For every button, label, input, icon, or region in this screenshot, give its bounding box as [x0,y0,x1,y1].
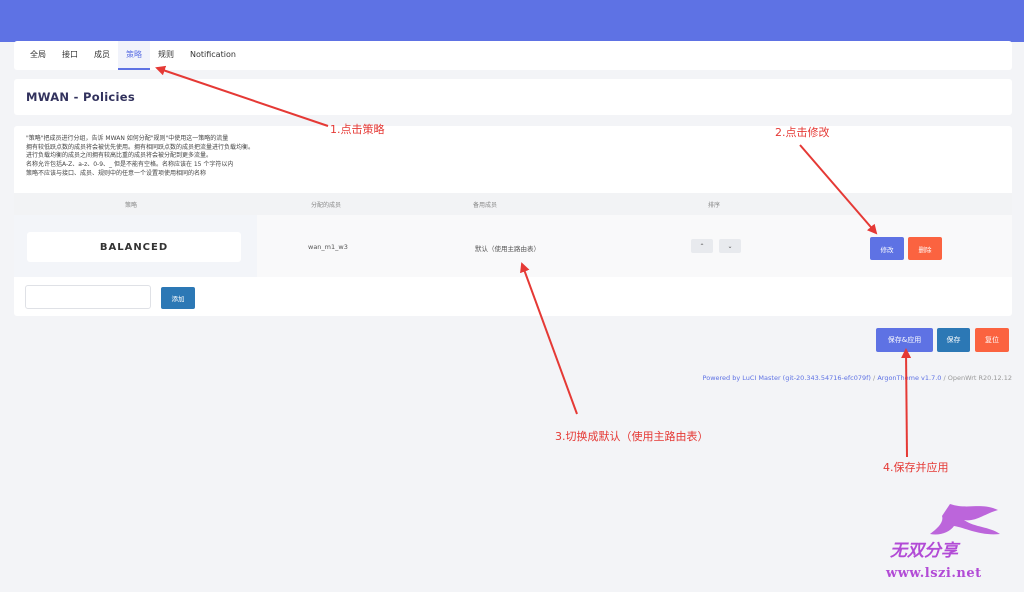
column-header-fallback: 备用成员 [473,202,498,209]
section-description: "策略"把成员进行分组，告诉 MWAN 如何分配"规则"中使用这一策略的流量 拥… [26,135,254,179]
tab-members[interactable]: 成员 [86,41,118,70]
save-apply-button[interactable]: 保存&应用 [876,328,933,352]
policy-name: BALANCED [27,232,241,262]
policies-section: "策略"把成员进行分组，告诉 MWAN 如何分配"规则"中使用这一策略的流量 拥… [14,126,1012,316]
tab-interfaces[interactable]: 接口 [54,41,86,70]
luci-link[interactable]: Powered by LuCI Master (git-20.343.54716… [703,374,871,382]
description-line: 名称允许包括A-Z、a-z、0-9、_ 但是不能有空格。名称应该在 15 个字符… [26,161,234,169]
watermark-site-name: 无双分享 [890,541,958,561]
move-down-button[interactable]: ⌄ [719,239,741,253]
tab-global[interactable]: 全局 [22,41,54,70]
tab-rules[interactable]: 规则 [150,41,182,70]
tab-policies[interactable]: 策略 [118,41,150,70]
policy-name-cell: BALANCED [14,215,257,277]
chevron-up-icon: ⌃ [699,242,705,250]
table-header: 策略 分配的成员 备用成员 排序 [14,193,1012,215]
arrow-to-save-apply [901,348,912,458]
dragon-icon [930,504,1000,535]
watermark-logo: 无双分享 www.lszi.net [880,500,1020,588]
edit-button[interactable]: 修改 [870,237,904,260]
move-up-button[interactable]: ⌃ [691,239,713,253]
new-policy-name-input[interactable] [25,285,151,309]
tab-bar: 全局 接口 成员 策略 规则 Notification [14,41,1012,70]
column-header-sort: 排序 [708,202,721,209]
watermark-url: www.lszi.net [886,566,982,581]
fallback-member: 默认（使用主路由表） [475,245,540,253]
annotation-step2: 2.点击修改 [775,126,830,139]
theme-link[interactable]: ArgonTheme v1.7.0 [877,374,941,382]
title-card: MWAN - Policies [14,79,1012,115]
description-line: "策略"把成员进行分组，告诉 MWAN 如何分配"规则"中使用这一策略的流量 [26,135,229,142]
description-line: 策略不应该与接口、成员、规则中的任意一个设置项使用相同的名称 [26,169,207,177]
assigned-members: wan_m1_w3 [308,243,348,251]
column-header-members: 分配的成员 [311,202,342,209]
openwrt-version: OpenWrt R20.12.12 [947,374,1012,382]
save-button[interactable]: 保存 [937,328,970,352]
chevron-down-icon: ⌄ [727,242,733,250]
delete-button[interactable]: 删除 [908,237,942,260]
add-button[interactable]: 添加 [161,287,195,309]
table-row: BALANCED wan_m1_w3 默认（使用主路由表） ⌃ ⌄ 修改 删除 [14,215,1012,277]
column-header-policy: 策略 [125,202,138,209]
annotation-step3: 3.切换成默认（使用主路由表） [555,430,709,443]
description-line: 进行负载均衡的成员之间拥有较高比重的成员将会被分配到更多流量。 [26,152,213,160]
top-header-bar [0,0,1024,42]
annotation-step1: 1.点击策略 [330,123,385,136]
footer: Powered by LuCI Master (git-20.343.54716… [703,374,1012,382]
tab-notification[interactable]: Notification [182,41,244,70]
reset-button[interactable]: 复位 [975,328,1009,352]
page-title: MWAN - Policies [26,90,136,104]
annotation-step4: 4.保存并应用 [883,461,949,474]
